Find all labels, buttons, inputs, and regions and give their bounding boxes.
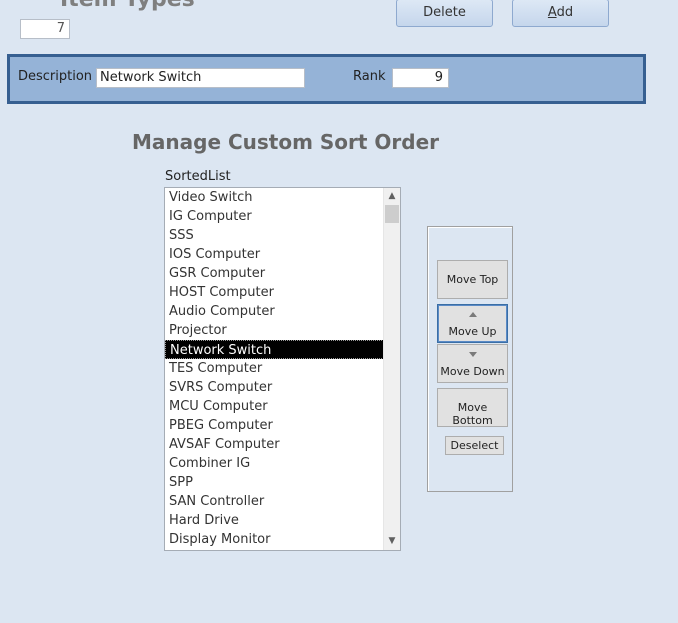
down-arrow-icon <box>468 352 477 357</box>
up-arrow-icon <box>468 312 477 317</box>
move-bottom-button[interactable]: Move Bottom <box>437 388 508 427</box>
add-label-rest: dd <box>556 5 574 20</box>
list-item[interactable]: Audio Computer <box>165 302 384 321</box>
list-item[interactable]: GSR Computer <box>165 264 384 283</box>
list-item[interactable]: SAN Controller <box>165 492 384 511</box>
rank-label: Rank <box>353 69 386 84</box>
sorted-list-items: Video Switch IG Computer SSS IOS Computer GS… <box>165 188 384 549</box>
move-top-label: Move Top <box>446 273 499 286</box>
deselect-button[interactable]: Deselect <box>445 436 504 455</box>
list-item[interactable]: Display Monitor <box>165 530 384 549</box>
list-item[interactable]: PBEG Computer <box>165 416 384 435</box>
move-up-button[interactable]: Move Up <box>437 304 508 343</box>
rank-field[interactable]: 9 <box>392 68 449 88</box>
list-item[interactable]: SVRS Computer <box>165 378 384 397</box>
list-item[interactable]: HOST Computer <box>165 283 384 302</box>
move-up-label: Move Up <box>448 325 497 338</box>
list-scrollbar[interactable]: ▲ ▼ <box>383 188 400 550</box>
list-item[interactable]: TES Computer <box>165 359 384 378</box>
scroll-down-arrow-icon[interactable]: ▼ <box>384 533 400 550</box>
section-title: Manage Custom Sort Order <box>132 130 440 154</box>
form-title: Item Types <box>60 0 195 14</box>
list-item[interactable]: Combiner IG <box>165 454 384 473</box>
move-down-button[interactable]: Move Down <box>437 344 508 383</box>
detail-section: Description Network Switch Rank 9 <box>7 54 646 104</box>
sorted-list-label: SortedList <box>165 169 231 184</box>
move-down-label: Move Down <box>440 365 505 378</box>
description-label: Description <box>18 69 93 84</box>
list-item[interactable]: Hard Drive <box>165 511 384 530</box>
scroll-thumb[interactable] <box>385 205 399 223</box>
list-item[interactable]: SSS <box>165 226 384 245</box>
list-item[interactable]: IG Computer <box>165 207 384 226</box>
list-item[interactable]: Projector <box>165 321 384 340</box>
scroll-up-arrow-icon[interactable]: ▲ <box>384 188 400 205</box>
description-field[interactable]: Network Switch <box>96 68 305 88</box>
item-id-field[interactable]: 7 <box>20 19 70 39</box>
list-item[interactable]: Network Switch <box>165 340 384 359</box>
add-button[interactable]: Add <box>512 0 609 27</box>
list-item[interactable]: SPP <box>165 473 384 492</box>
move-top-button[interactable]: Move Top <box>437 260 508 299</box>
list-item[interactable]: MCU Computer <box>165 397 384 416</box>
move-bottom-label: Move Bottom <box>452 401 493 427</box>
list-item[interactable]: Video Switch <box>165 188 384 207</box>
sorted-list[interactable]: Video Switch IG Computer SSS IOS Computer GS… <box>164 187 401 551</box>
list-item[interactable]: AVSAF Computer <box>165 435 384 454</box>
delete-button[interactable]: Delete <box>396 0 493 27</box>
add-accelerator-letter: A <box>547 5 557 20</box>
sort-controls-panel: Move Top Move Up Move Down Move Bottom D… <box>427 226 513 492</box>
list-item[interactable]: IOS Computer <box>165 245 384 264</box>
